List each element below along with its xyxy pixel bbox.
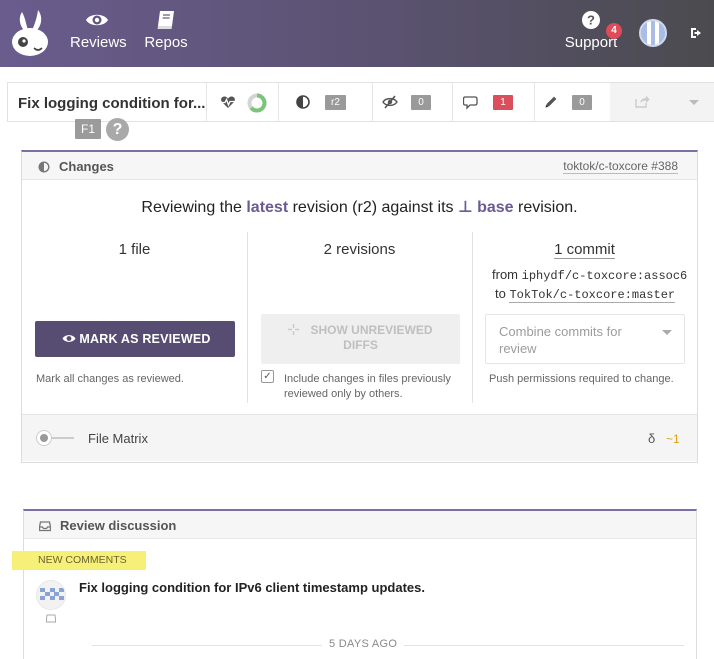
inbox-icon — [39, 521, 51, 532]
share-icon[interactable] — [634, 94, 650, 108]
revision-count-text: 2 revisions — [323, 241, 396, 258]
drafts-count: 0 — [572, 95, 592, 110]
eye-slash-icon[interactable] — [382, 94, 398, 110]
comment-time-ago: 5 DAYS AGO — [322, 638, 405, 650]
heartbeat-icon[interactable] — [220, 94, 236, 110]
combine-commits-select[interactable]: Combine commits for review — [485, 314, 685, 364]
f1-shortcut-badge[interactable]: F1 — [75, 119, 101, 139]
nav-repos-label: Repos — [144, 34, 188, 51]
half-circle-icon[interactable] — [295, 94, 311, 110]
comment-body: Fix logging condition for IPv6 client ti… — [79, 580, 425, 595]
include-others-label: Include changes in files previously revi… — [284, 373, 451, 400]
half-circle-icon — [38, 161, 50, 173]
chevron-down-icon — [662, 330, 672, 335]
changes-panel: Changes toktok/c-toxcore #388 Reviewing … — [21, 150, 698, 463]
mark-as-reviewed-button[interactable]: MARK AS REVIEWED — [35, 321, 235, 357]
file-matrix-row[interactable]: File Matrix δ ~1 — [22, 414, 697, 461]
support-notification-badge: 4 — [606, 23, 622, 39]
to-branch[interactable]: TokTok/c-toxcore:master — [509, 288, 676, 303]
file-matrix-label: File Matrix — [88, 431, 148, 446]
rabbit-logo-icon[interactable] — [8, 8, 52, 58]
eye-icon — [62, 335, 76, 342]
chevron-down-icon[interactable] — [689, 100, 699, 105]
pencil-icon[interactable] — [543, 94, 559, 110]
from-ref-line: from iphydf/c-toxcore:assoc6 — [492, 267, 688, 283]
nav-reviews-label: Reviews — [70, 34, 127, 51]
discussion-title: Review discussion — [60, 518, 177, 533]
file-count: 1 file — [118, 241, 151, 258]
svg-text:?: ? — [587, 13, 595, 28]
inbox-icon — [46, 614, 56, 623]
discussion-panel-header: Review discussion — [24, 511, 696, 539]
changes-panel-header: Changes toktok/c-toxcore #388 — [22, 152, 697, 180]
pull-request-link[interactable]: toktok/c-toxcore #388 — [563, 159, 678, 174]
toolbar-divider — [452, 83, 453, 121]
toolbar-divider — [534, 83, 535, 121]
crosshair-icon — [288, 324, 299, 335]
discussion-count: 1 — [493, 95, 513, 110]
sign-out-icon[interactable] — [690, 26, 704, 40]
revision-count: r2 — [325, 95, 346, 110]
changes-title: Changes — [59, 159, 114, 174]
help-icon[interactable]: ? — [106, 118, 129, 141]
mark-reviewed-note: Mark all changes as reviewed. — [36, 373, 184, 385]
share-dropdown[interactable] — [610, 83, 714, 121]
comments-icon[interactable] — [463, 94, 479, 110]
reviewing-summary: Reviewing the latest revision (r2) again… — [141, 199, 578, 216]
file-matrix-toggle[interactable] — [36, 430, 76, 446]
question-circle-icon: ? — [582, 11, 600, 29]
toolbar-divider — [372, 83, 373, 121]
top-navbar: Reviews Repos ? Support 4 — [0, 0, 714, 67]
book-icon — [157, 11, 174, 29]
toolbar-divider — [278, 83, 279, 121]
new-comments-label: NEW COMMENTS — [12, 551, 146, 570]
delta-value: ~1 — [666, 432, 680, 446]
toolbar-divider — [206, 83, 207, 121]
push-permissions-note: Push permissions required to change. — [489, 373, 674, 385]
from-branch[interactable]: iphydf/c-toxcore:assoc6 — [522, 269, 688, 283]
nav-reviews[interactable]: Reviews — [70, 10, 127, 51]
eye-icon — [86, 14, 108, 26]
base-symbol: ⊥ — [458, 199, 473, 216]
show-unreviewed-diffs-button[interactable]: SHOW UNREVIEWED DIFFS — [261, 314, 460, 364]
identicon — [40, 588, 64, 600]
commit-count[interactable]: 1 commit — [472, 241, 697, 259]
review-toolbar: Fix logging condition for... r2 0 1 0 — [7, 82, 714, 122]
user-avatar[interactable] — [639, 19, 667, 47]
base-revision-link[interactable]: base — [477, 199, 513, 216]
commenter-avatar[interactable] — [36, 580, 66, 610]
latest-revision-link[interactable]: latest — [246, 199, 288, 216]
include-others-checkbox[interactable]: ✓ — [261, 370, 274, 383]
progress-donut-icon — [247, 93, 267, 113]
to-ref-line: to TokTok/c-toxcore:master — [495, 286, 676, 303]
review-title[interactable]: Fix logging condition for... — [18, 95, 205, 112]
delta-symbol: δ — [648, 431, 656, 446]
nav-repos[interactable]: Repos — [144, 10, 188, 51]
unreviewed-count: 0 — [411, 95, 431, 110]
